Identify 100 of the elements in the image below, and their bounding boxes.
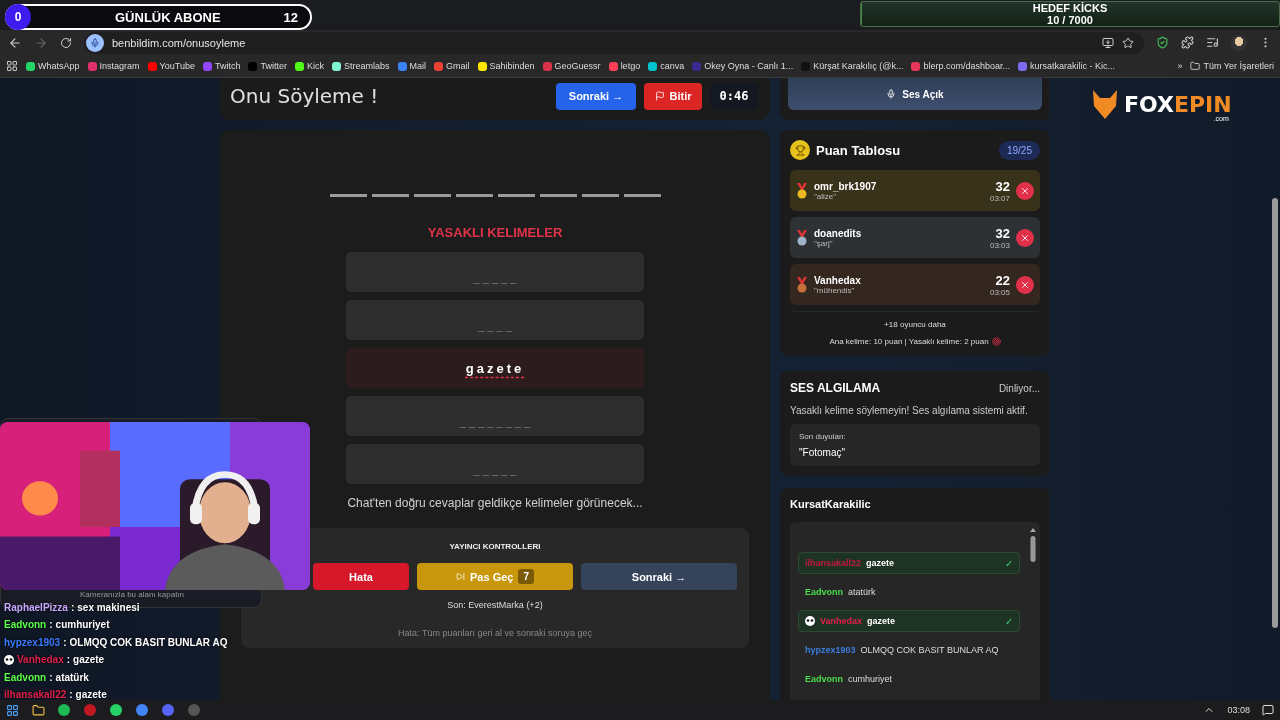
address-field[interactable]: benbildim.com/onusoyleme <box>84 31 1144 54</box>
overlay-chat-separator: : <box>49 619 53 630</box>
player-score: 22 <box>994 272 1010 288</box>
logo-accent: EPIN <box>1173 91 1232 117</box>
last-heard-label: Son duyulan: <box>799 432 847 441</box>
bookmark-link[interactable]: Twitch <box>202 61 241 71</box>
player-name: omr_brk1907 <box>814 180 878 192</box>
sound-button[interactable]: Ses Açık <box>788 78 1042 110</box>
chat-text: atatürk <box>848 587 876 597</box>
mic-icon[interactable] <box>86 33 104 52</box>
back-icon[interactable] <box>8 35 22 50</box>
clock: 03:08 <box>1227 705 1250 715</box>
shield-icon[interactable] <box>1156 36 1169 49</box>
bookmark-link[interactable]: Gmail <box>434 61 470 71</box>
player-word: "şarj" <box>814 238 834 248</box>
trophy-icon <box>790 140 810 160</box>
player-count: 19/25 <box>998 140 1040 160</box>
pass-button[interactable]: Pas Geç 7 <box>417 563 573 590</box>
overlay-chat-text: OLMQQ COK BASIT BUNLAR AQ <box>69 636 228 648</box>
player-time: 03:05 <box>989 287 1010 297</box>
panda-badge-icon <box>805 616 815 626</box>
remove-button[interactable] <box>1016 228 1034 247</box>
folder-icon[interactable] <box>30 702 46 718</box>
error-note: Hata: Tüm puanları geri al ve sonraki soruya geç <box>398 628 592 638</box>
remove-button[interactable] <box>1016 275 1034 294</box>
bookmark-link[interactable]: Streamlabs <box>332 61 390 71</box>
music-app-icon[interactable] <box>56 702 72 718</box>
overlay-chat-user: RaphaelPizza <box>4 601 68 613</box>
overlay-chat-user: Eadvonn <box>4 671 47 683</box>
next-button[interactable]: Sonraki → <box>556 82 636 110</box>
bookmark-link[interactable]: Twitter <box>248 61 287 71</box>
last-scorer: Son: EverestMarka (+2) <box>447 600 543 610</box>
chat-app-icon[interactable] <box>108 702 124 718</box>
medal-icon <box>796 182 808 199</box>
error-button[interactable]: Hata <box>313 563 409 590</box>
voice-app-icon[interactable] <box>160 702 176 718</box>
puzzle-icon[interactable] <box>1181 36 1194 49</box>
voice-warning: Yasaklı kelime söylemeyin! Ses algılama sistemi aktif. <box>790 405 1029 416</box>
bookmark-link[interactable]: canva <box>648 61 685 71</box>
forbidden-word: gazete <box>346 348 644 388</box>
hint-text: Chat'ten doğru cevaplar geldikçe kelimeler görünecek... <box>347 496 643 510</box>
apps-grid-icon[interactable] <box>6 60 18 72</box>
finish-button[interactable]: Bitir <box>644 82 702 110</box>
chat-user: hypzex1903 <box>805 645 856 655</box>
bookmark-link[interactable]: YouTube <box>147 61 195 71</box>
url-text: benbildim.com/onusoyleme <box>112 36 247 49</box>
forbidden-title: YASAKLI KELIMELER <box>427 225 563 240</box>
voice-detection-title: SES ALGILAMA <box>790 381 881 395</box>
more-bookmarks[interactable]: » <box>1177 61 1183 71</box>
notification-icon[interactable] <box>1260 702 1276 718</box>
overlay-chat-text: sex makinesi <box>77 601 140 613</box>
player-word: "mühendis" <box>814 285 856 295</box>
forbidden-word: _ _ _ _ _ <box>346 444 644 484</box>
install-icon[interactable] <box>1102 36 1114 49</box>
bookmark-link[interactable]: Mail <box>397 61 427 71</box>
media-list-icon[interactable] <box>1206 36 1219 49</box>
bookmark-link[interactable]: Instagram <box>87 61 140 71</box>
chat-text: cumhuriyet <box>848 674 893 684</box>
sub-count: 0 <box>5 4 31 30</box>
overlay-chat-text: cumhuriyet <box>55 619 110 630</box>
close-icon <box>1020 232 1030 243</box>
forbidden-word: _ _ _ _ <box>346 300 644 340</box>
scoring-rules: Ana kelime: 10 puan | Yasaklı kelime: 2 puan <box>829 337 989 346</box>
remove-button[interactable] <box>1016 181 1034 200</box>
start-icon[interactable] <box>4 702 20 718</box>
bookmark-link[interactable]: kursatkarakilic - Kic... <box>1017 61 1115 71</box>
bookmark-link[interactable]: letgo <box>608 61 641 71</box>
forward-icon[interactable] <box>34 35 48 50</box>
check-mark: ✓ <box>1005 557 1013 569</box>
overlay-chat-user: Vanhedax <box>17 654 64 665</box>
close-icon <box>1020 279 1030 290</box>
bookmark-link[interactable]: GeoGuessr <box>542 61 601 71</box>
overlay-chat-text: gazete <box>73 654 105 665</box>
browser-app-icon[interactable] <box>82 702 98 718</box>
bookmark-link[interactable]: Okey Oyna - Canlı 1... <box>692 61 794 71</box>
bookmark-link[interactable]: blerp.com/dashboar... <box>911 61 1010 71</box>
timer: 0:46 <box>710 82 758 110</box>
player-name: doanedits <box>814 227 863 239</box>
forbidden-word: _ _ _ _ _ <box>346 252 644 292</box>
avatar-icon[interactable] <box>1231 34 1247 51</box>
overlay-chat-separator: : <box>70 601 75 613</box>
reload-icon[interactable] <box>60 36 72 49</box>
close-icon <box>1020 185 1030 196</box>
fox-icon <box>1090 88 1120 120</box>
bookmark-link[interactable]: Kürşat Karakılıç (@k... <box>801 61 904 71</box>
all-bookmarks-link[interactable]: Tüm Yer İşaretleri <box>1190 61 1274 71</box>
player-score: 32 <box>994 178 1010 194</box>
chrome-app-icon[interactable] <box>134 702 150 718</box>
overlay-chat-text: atatürk <box>55 671 89 683</box>
skip-icon <box>456 572 465 581</box>
more-players: +18 oyuncu daha <box>884 320 946 329</box>
bookmark-link[interactable]: Sahibinden <box>477 61 535 71</box>
chat-title: KursatKarakilic <box>790 498 872 510</box>
listening-status: Dinliyor... <box>998 382 1040 394</box>
bookmark-link[interactable]: Kick <box>294 61 324 71</box>
next-question-button[interactable]: Sonraki → <box>581 563 737 590</box>
bookmark-link[interactable]: WhatsApp <box>26 61 80 71</box>
overlay-chat-user: ilhansakall22 <box>4 689 67 700</box>
sub-goal: 12 <box>283 9 298 25</box>
star-icon[interactable] <box>1122 36 1134 49</box>
